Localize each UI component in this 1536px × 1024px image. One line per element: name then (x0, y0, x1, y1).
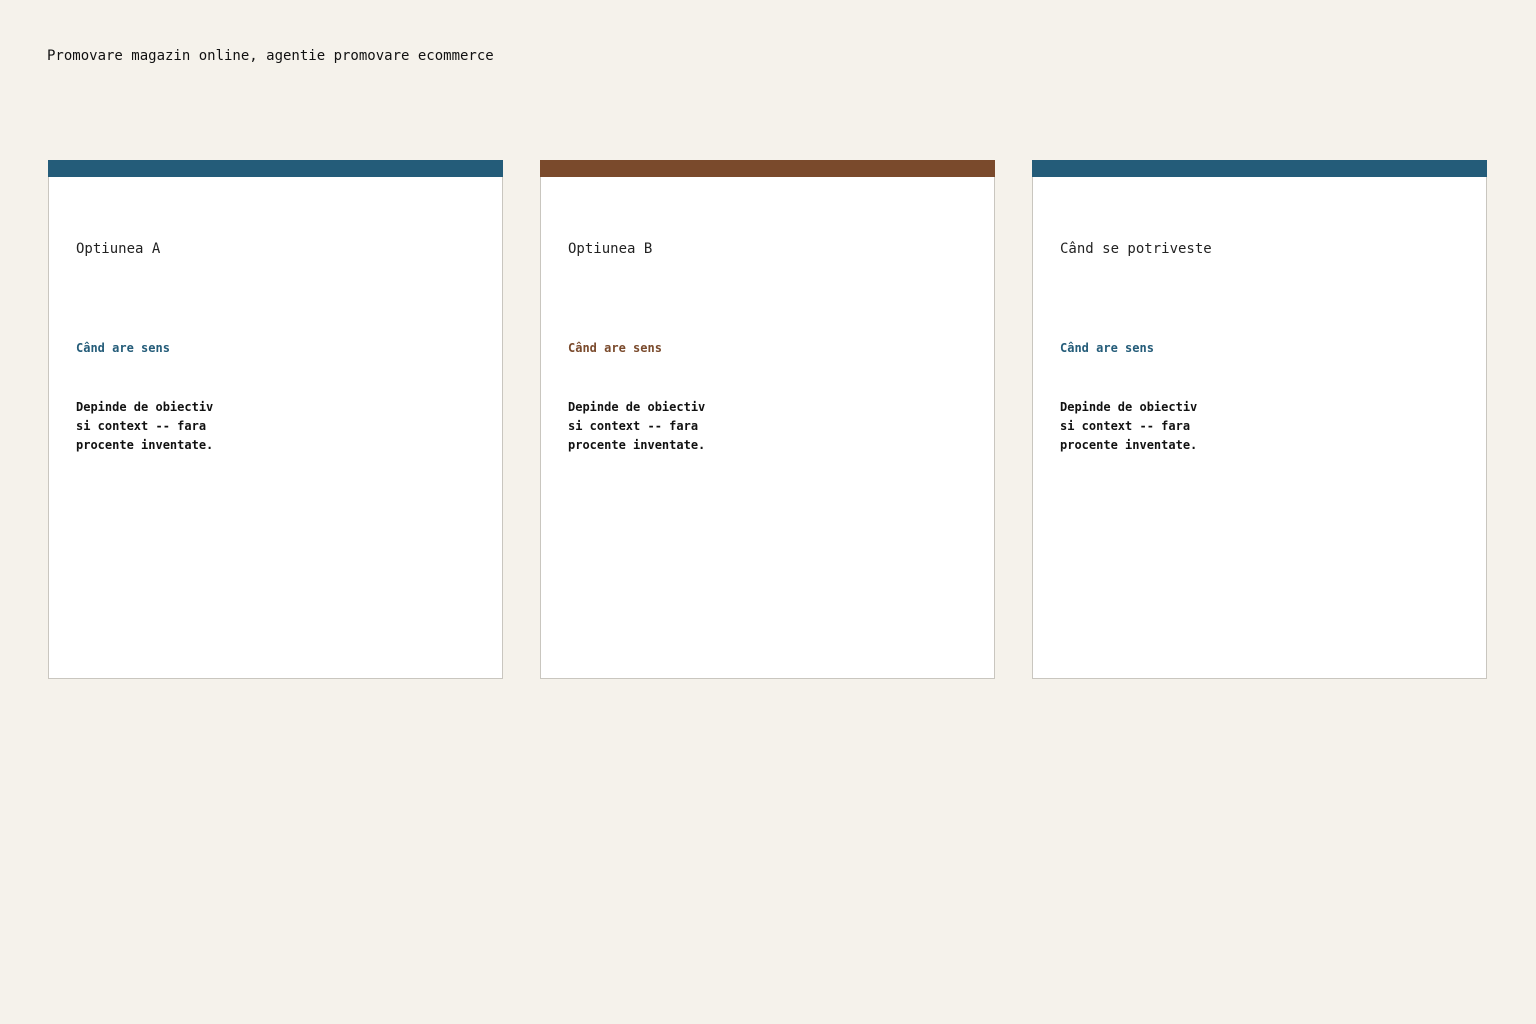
card-when-fits: Când se potriveste Când are sens Depinde… (1032, 160, 1487, 679)
card-body: Depinde de obiectiv si context -- fara p… (568, 400, 706, 452)
card-option-b: Optiunea B Când are sens Depinde de obie… (540, 160, 995, 679)
card-sublabel: Când are sens (1060, 341, 1154, 355)
card-accent-bar (1032, 160, 1487, 177)
card-heading: Când se potriveste (1060, 241, 1212, 257)
card-heading: Optiunea A (76, 241, 161, 257)
card-body: Depinde de obiectiv si context -- fara p… (1060, 400, 1198, 452)
card-sublabel: Când are sens (568, 341, 662, 355)
card-sublabel: Când are sens (76, 341, 170, 355)
card-option-a: Optiunea A Când are sens Depinde de obie… (48, 160, 503, 679)
card-body: Depinde de obiectiv si context -- fara p… (76, 400, 214, 452)
page-title: Promovare magazin online, agentie promov… (47, 48, 494, 64)
card-heading: Optiunea B (568, 241, 653, 257)
card-accent-bar (48, 160, 503, 177)
card-accent-bar (540, 160, 995, 177)
